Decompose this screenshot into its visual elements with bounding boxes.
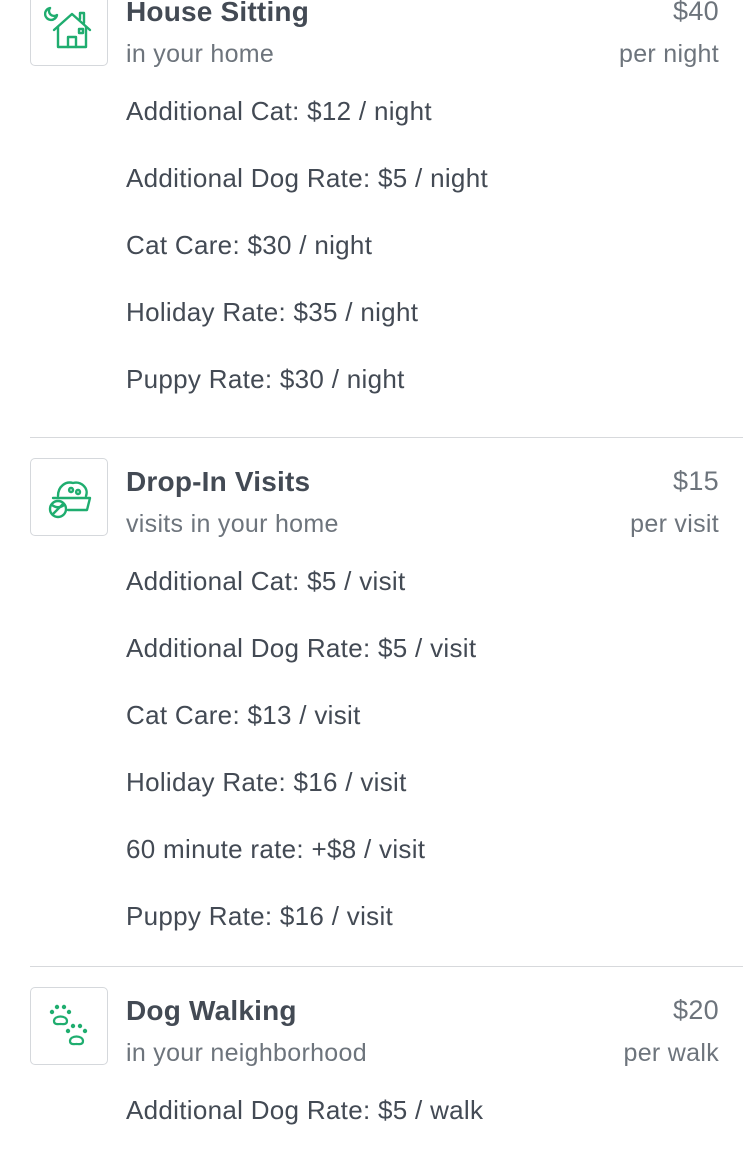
section-divider [30,437,743,438]
paw-prints-icon [49,1004,88,1046]
rate-item: Additional Dog Rate: $5 / visit [126,633,477,663]
service-subtitle: in your home [126,40,275,68]
additional-rates-list: Additional Cat: $12 / night Additional D… [126,96,488,431]
service-icon-box [30,987,108,1065]
section-divider [30,966,743,967]
rate-item: Cat Care: $13 / visit [126,700,361,730]
rate-item: Additional Cat: $12 / night [126,96,432,126]
rate-item: Puppy Rate: $16 / visit [126,901,394,931]
rate-item: Holiday Rate: $35 / night [126,297,419,327]
rate-item: Holiday Rate: $16 / visit [126,767,407,797]
service-price: $20 [673,995,719,1025]
food-bowl-icon [48,481,92,519]
service-price: $15 [673,466,719,496]
rate-item: Additional Cat: $5 / visit [126,566,406,596]
service-subtitle: visits in your home [126,510,339,538]
service-title: House Sitting [126,0,310,27]
service-title: Dog Walking [126,995,297,1026]
service-price-unit: per visit [630,510,719,538]
rate-item: Additional Dog Rate: $5 / walk [126,1095,484,1125]
additional-rates-list: Additional Dog Rate: $5 / walk [126,1095,483,1162]
service-rates-list: House Sitting in your home $40 per night… [0,0,743,1125]
service-title: Drop-In Visits [126,466,311,497]
rate-item: Cat Care: $30 / night [126,230,373,260]
service-price-unit: per night [619,40,719,68]
service-price: $40 [673,0,719,26]
rate-item: Additional Dog Rate: $5 / night [126,163,488,193]
additional-rates-list: Additional Cat: $5 / visit Additional Do… [126,566,476,968]
service-icon-box [30,458,108,536]
service-subtitle: in your neighborhood [126,1039,367,1067]
service-icon-box [30,0,108,66]
house-moon-icon [44,6,92,49]
service-price-unit: per walk [623,1039,719,1067]
rate-item: 60 minute rate: +$8 / visit [126,834,426,864]
rate-item: Puppy Rate: $30 / night [126,364,405,394]
